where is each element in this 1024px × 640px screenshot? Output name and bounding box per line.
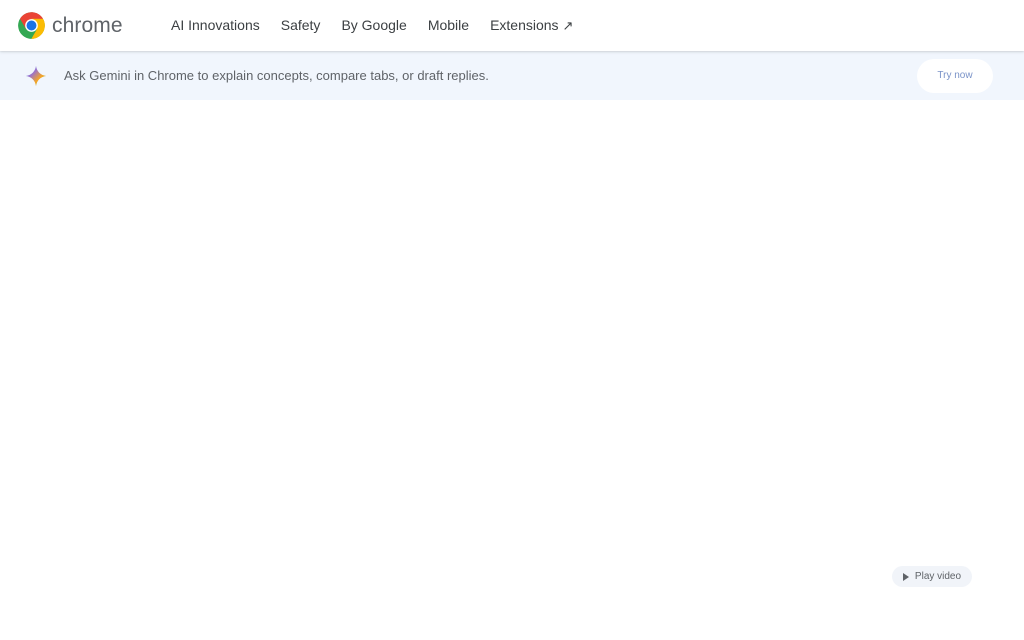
banner-message: Ask Gemini in Chrome to explain concepts… [64, 68, 489, 83]
nav-item-extensions-label: Extensions [490, 17, 559, 33]
nav-item-ai-innovations[interactable]: AI Innovations [171, 0, 260, 51]
try-now-button[interactable]: Try now [917, 59, 993, 93]
primary-nav: AI Innovations Safety By Google Mobile E… [171, 0, 594, 51]
nav-item-by-google[interactable]: By Google [341, 0, 406, 51]
gemini-sparkle-icon [25, 65, 47, 87]
play-icon [902, 572, 909, 581]
nav-item-mobile[interactable]: Mobile [428, 0, 469, 51]
brand-name: chrome [52, 14, 123, 37]
chrome-home-link[interactable]: chrome [17, 11, 123, 40]
hero-area [0, 100, 1024, 640]
gemini-banner: Ask Gemini in Chrome to explain concepts… [0, 51, 1024, 100]
nav-item-extensions[interactable]: Extensions ↗ [490, 0, 573, 51]
play-video-label: Play video [914, 571, 962, 582]
site-header: chrome AI Innovations Safety By Google M… [0, 0, 1024, 51]
nav-item-safety[interactable]: Safety [281, 0, 321, 51]
chrome-logo-icon [17, 11, 46, 40]
external-link-arrow-icon: ↗ [562, 18, 574, 33]
play-video-button[interactable]: Play video [892, 566, 972, 587]
